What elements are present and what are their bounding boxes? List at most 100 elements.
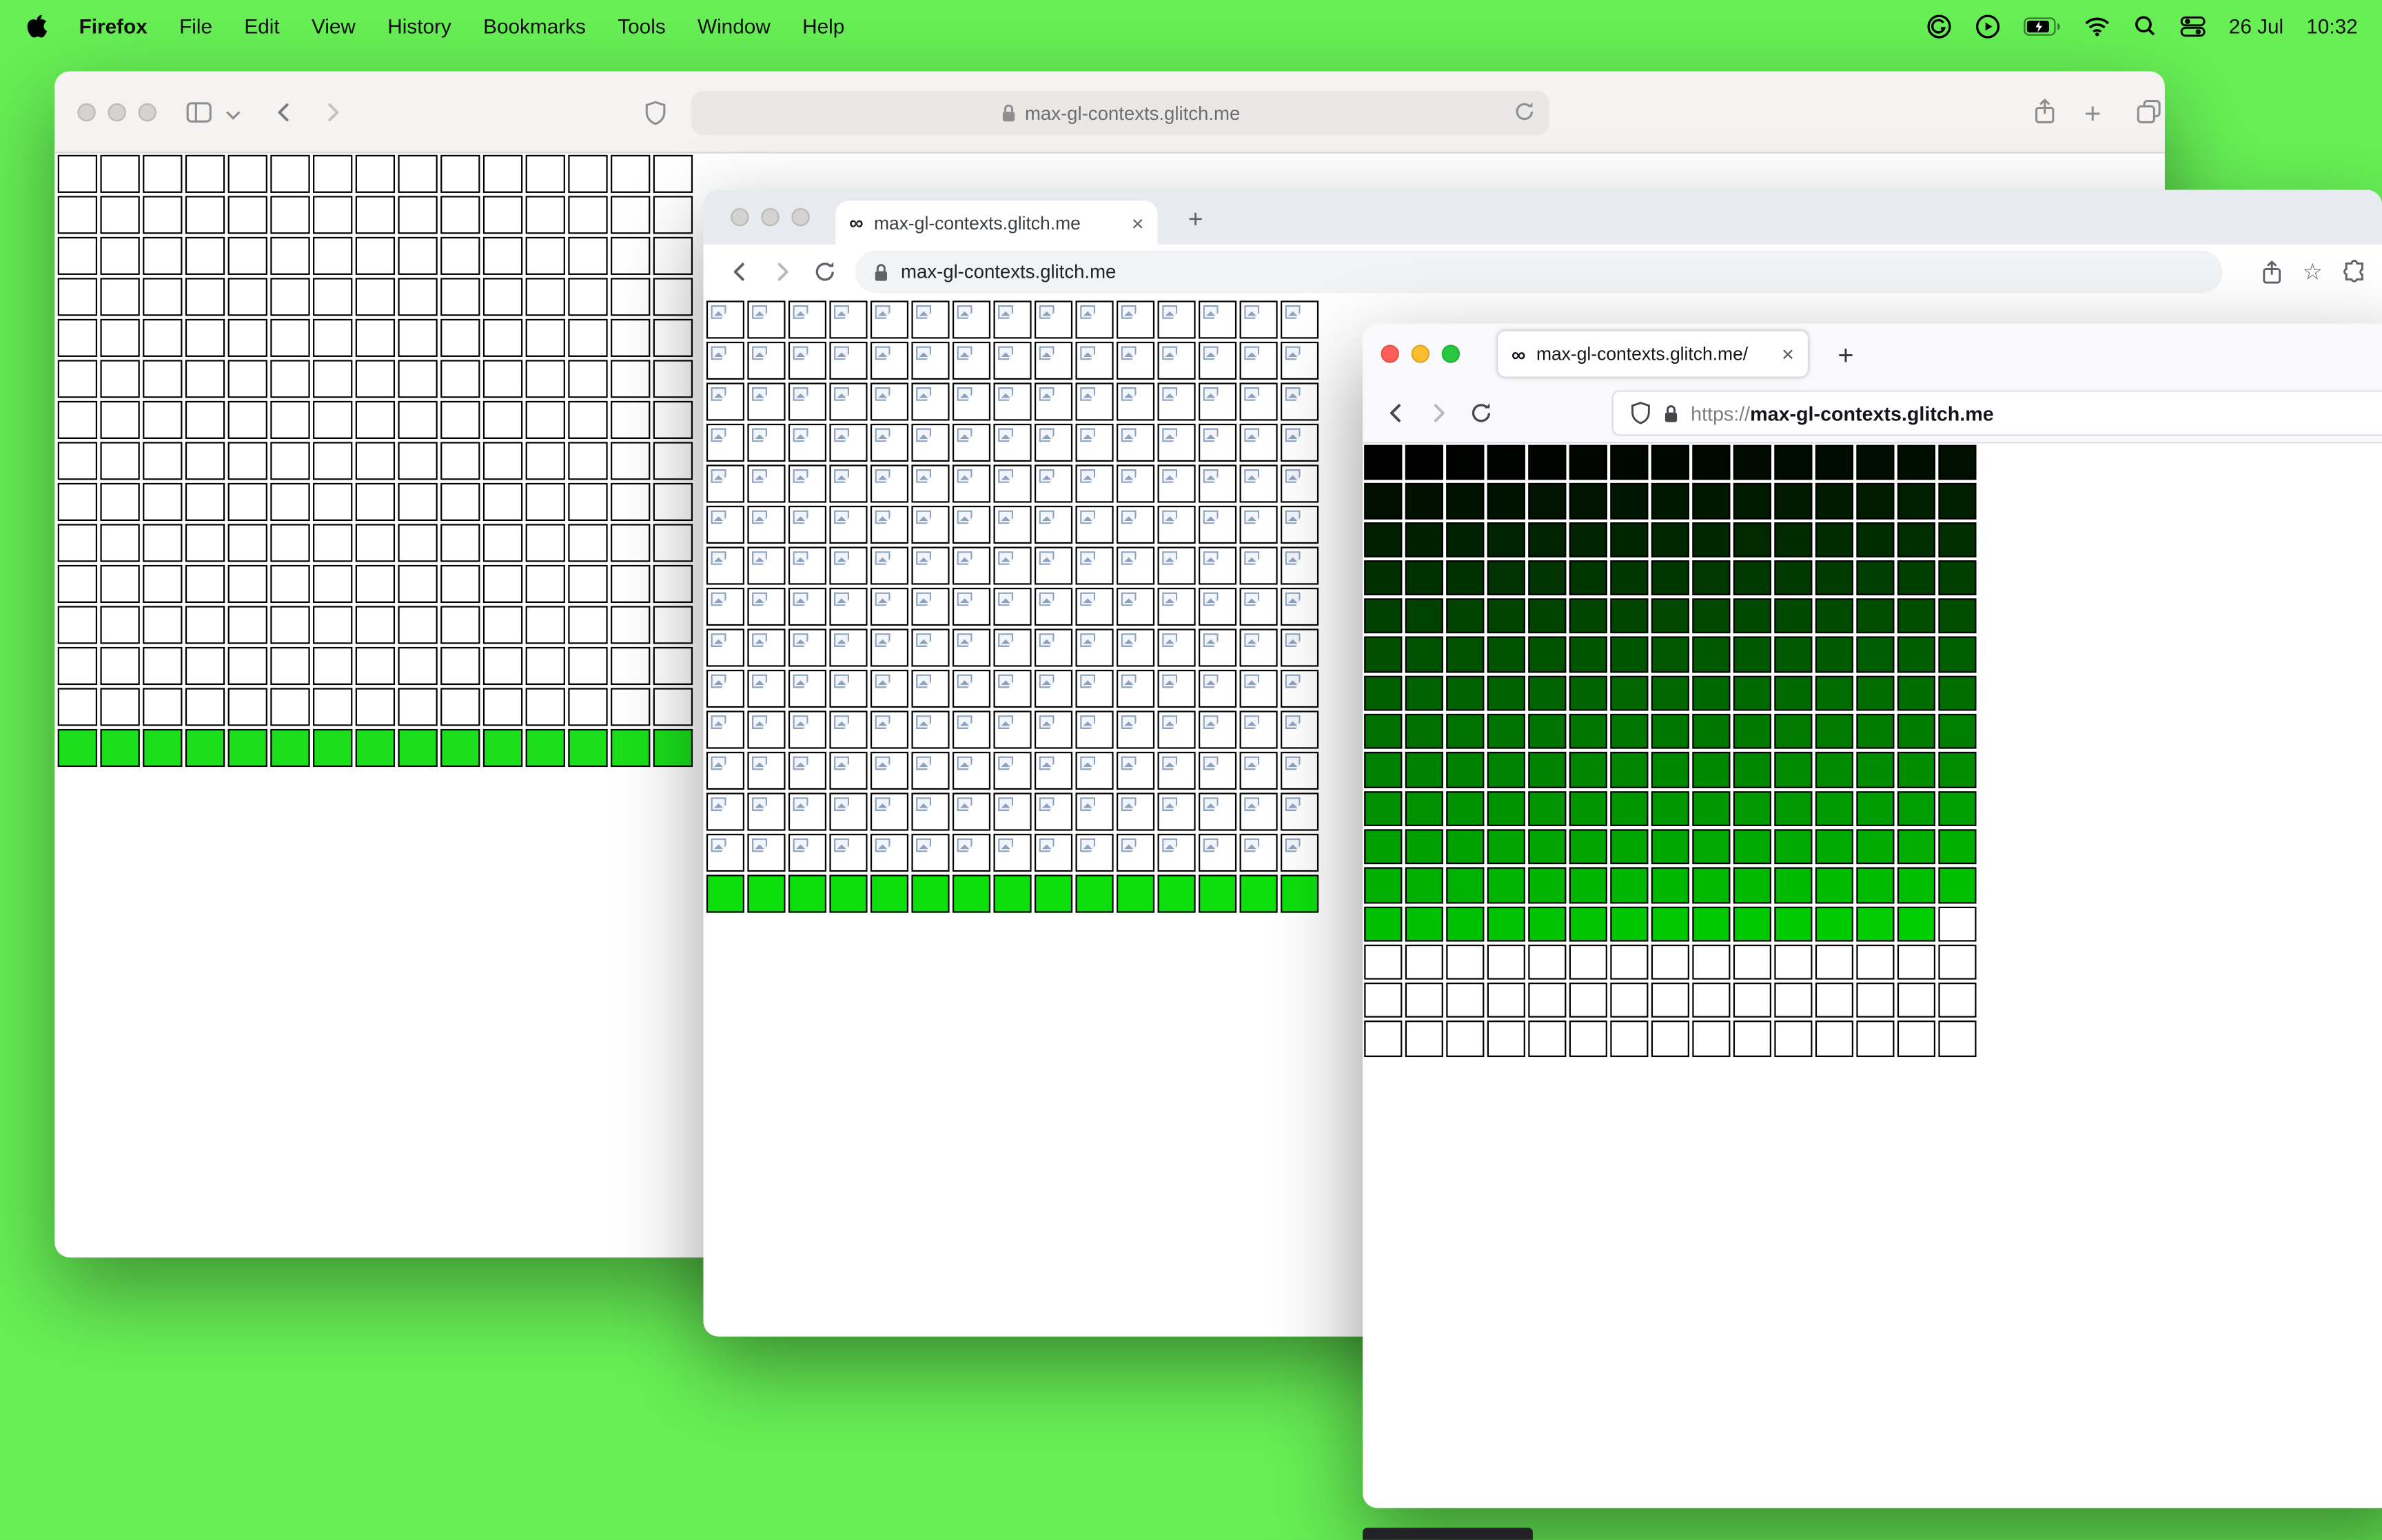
back-button[interactable]: [719, 251, 762, 294]
reload-icon[interactable]: [1513, 100, 1536, 127]
webgl-context-cell: [611, 606, 651, 644]
bookmark-star-icon[interactable]: ☆: [2302, 258, 2323, 285]
close-window-button[interactable]: [77, 103, 96, 122]
search-icon[interactable]: [2133, 14, 2157, 38]
menu-edit[interactable]: Edit: [244, 14, 279, 37]
webgl-context-cell: [1815, 483, 1853, 519]
webgl-context-cell: [1815, 522, 1853, 557]
playback-icon[interactable]: [1975, 13, 2001, 39]
reload-button[interactable]: [804, 251, 846, 294]
tabs-overview-icon[interactable]: [2136, 99, 2161, 124]
menu-window[interactable]: Window: [698, 14, 771, 37]
webgl-context-cell: [1569, 1021, 1607, 1057]
webgl-context-cell: [1364, 752, 1403, 788]
battery-icon[interactable]: [2024, 16, 2062, 36]
webgl-context-cell: [1815, 1021, 1853, 1057]
tab-close-icon[interactable]: ×: [1782, 342, 1794, 366]
webgl-context-cell: [706, 834, 744, 872]
webgl-context-cell: [706, 423, 744, 462]
webgl-context-cell: [1897, 714, 1935, 750]
webgl-context-cell: [1651, 483, 1689, 519]
broken-image-icon: [752, 469, 768, 483]
back-button[interactable]: [270, 99, 298, 126]
tracking-shield-icon[interactable]: [1630, 401, 1651, 425]
menubar-time[interactable]: 10:32: [2306, 14, 2357, 37]
chevron-down-icon[interactable]: [225, 110, 241, 122]
webgl-context-cell: [525, 154, 565, 193]
forward-button[interactable]: [1417, 392, 1460, 435]
close-window-button[interactable]: [731, 207, 749, 227]
extensions-puzzle-icon[interactable]: [2343, 260, 2367, 284]
webgl-context-cell: [1815, 829, 1853, 865]
forward-button[interactable]: [319, 99, 347, 126]
new-tab-button[interactable]: +: [1177, 202, 1214, 238]
webgl-context-cell: [1569, 483, 1607, 519]
broken-image-icon: [916, 633, 932, 647]
webgl-context-cell: [185, 442, 225, 480]
webgl-context-cell: [747, 546, 786, 585]
webgl-context-cell: [1528, 522, 1567, 557]
webgl-context-cell: [1938, 522, 1977, 557]
menu-help[interactable]: Help: [802, 14, 844, 37]
broken-image-icon: [1121, 633, 1137, 647]
window-controls: [77, 103, 157, 122]
tab-close-icon[interactable]: ×: [1132, 210, 1144, 234]
webgl-context-cell: [1239, 505, 1278, 544]
sidebar-toggle-icon[interactable]: [185, 100, 213, 124]
webgl-context-cell: [706, 587, 744, 626]
address-bar[interactable]: max-gl-contexts.glitch.me: [855, 250, 2223, 294]
new-tab-button[interactable]: +: [2084, 99, 2101, 132]
menubar-date[interactable]: 26 Jul: [2229, 14, 2283, 37]
webgl-context-cell: [1733, 1021, 1771, 1057]
forward-button[interactable]: [761, 251, 804, 294]
privacy-shield-icon[interactable]: [644, 100, 667, 125]
menu-view[interactable]: View: [312, 14, 356, 37]
menu-bookmarks[interactable]: Bookmarks: [483, 14, 586, 37]
firefox-tab-bar[interactable]: ∞ max-gl-contexts.glitch.me/ × +: [1363, 323, 2382, 384]
new-tab-button[interactable]: +: [1826, 336, 1865, 375]
webgl-context-cell: [1487, 637, 1525, 673]
webgl-context-cell: [1692, 983, 1731, 1018]
browser-tab[interactable]: ∞ max-gl-contexts.glitch.me/ ×: [1498, 331, 1808, 377]
back-button[interactable]: [1375, 392, 1418, 435]
webgl-context-cell: [653, 318, 693, 357]
zoom-window-button[interactable]: [138, 103, 157, 122]
menu-bar: Firefox File Edit View History Bookmarks…: [0, 0, 2382, 52]
menu-file[interactable]: File: [179, 14, 212, 37]
grammarly-icon[interactable]: [1926, 13, 1952, 39]
webgl-context-cell: [1364, 444, 1403, 481]
webgl-context-cell: [1281, 710, 1319, 749]
address-bar[interactable]: max-gl-contexts.glitch.me: [691, 91, 1550, 136]
lock-icon[interactable]: [1663, 403, 1678, 423]
minimize-window-button[interactable]: [761, 207, 780, 227]
share-icon[interactable]: [2260, 259, 2283, 285]
webgl-context-cell: [1239, 834, 1278, 872]
menu-history[interactable]: History: [387, 14, 451, 37]
minimize-window-button[interactable]: [108, 103, 126, 122]
webgl-context-cell: [227, 482, 267, 521]
address-bar[interactable]: https://max-gl-contexts.glitch.me: [1611, 390, 2382, 436]
browser-tab[interactable]: ∞ max-gl-contexts.glitch.me ×: [835, 200, 1158, 245]
webgl-context-cell: [482, 236, 523, 275]
reload-button[interactable]: [1460, 392, 1503, 435]
menu-tools[interactable]: Tools: [618, 14, 665, 37]
desktop: Firefox File Edit View History Bookmarks…: [0, 0, 2382, 1540]
webgl-context-cell: [706, 792, 744, 831]
webgl-context-cell: [1692, 675, 1731, 711]
app-menu-firefox[interactable]: Firefox: [79, 14, 147, 37]
share-icon[interactable]: [2033, 97, 2057, 126]
wifi-icon[interactable]: [2084, 16, 2110, 36]
webgl-context-cell: [1364, 675, 1403, 711]
minimize-window-button[interactable]: [1411, 345, 1430, 363]
zoom-window-button[interactable]: [1441, 345, 1460, 363]
webgl-context-cell: [270, 236, 310, 275]
broken-image-icon: [711, 387, 726, 401]
chrome-tab-strip[interactable]: ∞ max-gl-contexts.glitch.me × +: [703, 189, 2382, 245]
safari-toolbar[interactable]: max-gl-contexts.glitch.me +: [54, 71, 2165, 154]
apple-logo-icon[interactable]: [24, 12, 48, 40]
control-center-icon[interactable]: [2180, 13, 2206, 39]
webgl-context-cell: [870, 710, 909, 749]
webgl-context-cell: [1116, 752, 1155, 790]
zoom-window-button[interactable]: [791, 207, 810, 227]
close-window-button[interactable]: [1381, 345, 1399, 363]
